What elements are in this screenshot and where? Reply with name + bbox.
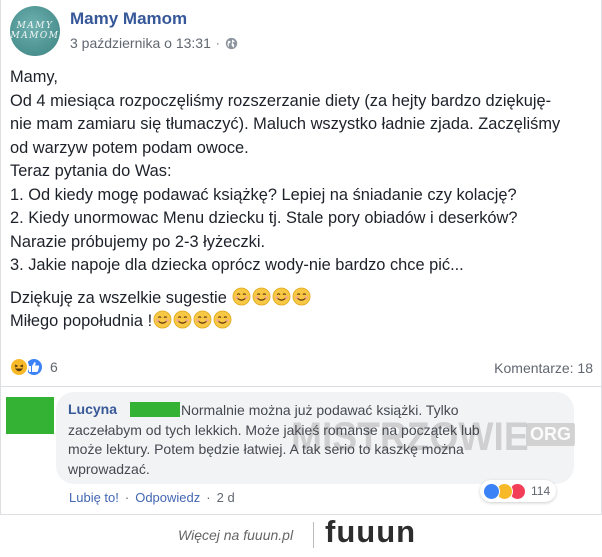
smiling-face-icon (232, 287, 251, 305)
post-line: Od 4 miesiąca rozpoczęliśmy rozszerzanie… (10, 91, 552, 110)
page-avatar[interactable]: MAMY MAMOM (10, 6, 60, 56)
comment-reactions-badge[interactable]: 114 (480, 480, 557, 502)
avatar-text-top: MAMY (16, 21, 54, 31)
facebook-post: MAMY MAMOM Mamy Mamom 3 października o 1… (0, 0, 602, 515)
commenter-avatar-redacted[interactable] (6, 397, 54, 434)
avatar-text-bottom: MAMOM (10, 31, 60, 41)
watermark-text: MISTRZOWIE (291, 415, 529, 459)
like-link[interactable]: Lubię to! (69, 490, 119, 505)
post-line: nie mam zamiaru się tłumaczyć). Maluch w… (10, 115, 561, 133)
thanks-text: Dziękuję za wszelkie sugestie (10, 288, 227, 307)
smiling-face-icon (272, 287, 291, 305)
post-author-name[interactable]: Mamy Mamom (70, 9, 187, 29)
post-line: 3. Jakie napoje dla dziecka oprócz wody-… (10, 256, 464, 274)
post-reactions[interactable]: 6 (9, 357, 58, 377)
smiling-face-icon (213, 310, 232, 329)
comment-bubble: Normalnie można już podawać książki. Tyl… (56, 392, 576, 484)
smiling-face-icon (153, 310, 172, 329)
post-line: Narazie próbujemy po 2-3 łyżeczki. (10, 232, 266, 251)
comment-age[interactable]: 2 d (217, 490, 235, 505)
comment-line: wprowadzać. (68, 460, 150, 477)
post-line: Mamy, (10, 68, 58, 86)
globe-icon (225, 37, 238, 49)
fuuun-logo[interactable]: fuuun (325, 514, 416, 550)
footer-separator (313, 522, 314, 548)
smiling-face-icon (252, 287, 271, 305)
comments-count-link[interactable]: Komentarze: 18 (494, 360, 593, 376)
comment-author[interactable]: Lucyna (68, 401, 117, 417)
action-separator: · (206, 490, 211, 505)
footer-more-link[interactable]: Więcej na fuuun.pl (178, 527, 293, 543)
footer-bar (0, 515, 602, 557)
post-line: Teraz pytania do Was: (10, 162, 172, 180)
divider (1, 386, 602, 387)
post-afternoon-line: Miłego popołudnia ! (10, 310, 596, 334)
post-body: Mamy, Od 4 miesiąca rozpoczęliśmy rozsze… (10, 66, 596, 334)
action-separator: · (124, 490, 130, 505)
reaction-count[interactable]: 6 (50, 359, 58, 375)
like-icon (483, 482, 500, 500)
post-line: od warzyw potem podam owoce. (10, 138, 249, 157)
afternoon-text: Miłego popołudnia ! (10, 312, 153, 330)
meta-separator: · (215, 36, 220, 50)
smiling-face-icon (292, 287, 311, 305)
post-line: 2. Kiedy unormowac Menu dziecku tj. Stal… (10, 209, 518, 227)
reply-link[interactable]: Odpowiedz (135, 490, 200, 505)
smiling-face-icon (193, 310, 212, 329)
watermark-tag: ORG (526, 423, 576, 446)
post-thanks-line: Dziękuję za wszelkie sugestie (10, 287, 596, 311)
haha-icon (9, 357, 29, 377)
comment-reaction-count: 114 (531, 484, 551, 498)
post-meta: 3 października o 13:31 · (70, 35, 238, 51)
name-redaction-bar (130, 402, 180, 417)
smiling-face-icon (173, 310, 192, 329)
post-date[interactable]: 3 października o 13:31 (70, 35, 211, 51)
post-line: 1. Od kiedy mogę podawać książkę? Lepiej… (10, 185, 517, 204)
comment-actions: Lubię to! · Odpowiedz · 2 d (69, 490, 235, 505)
